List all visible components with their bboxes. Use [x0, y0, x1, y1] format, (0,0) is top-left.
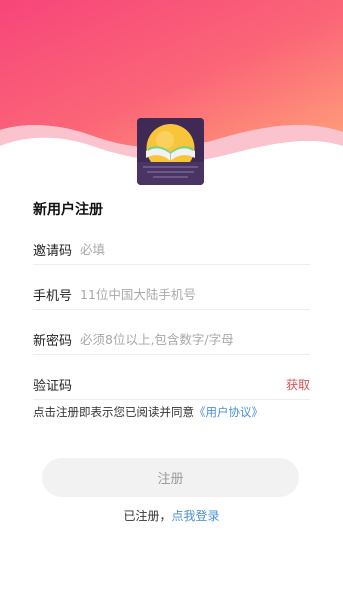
invite-code-label: 邀请码 — [33, 243, 73, 259]
phone-input[interactable] — [80, 286, 310, 302]
app-logo — [137, 118, 204, 185]
invite-code-row: 邀请码 — [33, 234, 310, 265]
open-book-sunset-icon — [137, 118, 204, 185]
register-button[interactable]: 注册 — [42, 458, 299, 497]
agreement-text: 点击注册即表示您已阅读并同意 — [33, 405, 194, 419]
password-label: 新密码 — [33, 333, 73, 349]
verify-code-row: 验证码 获取 — [33, 369, 310, 400]
login-text: 已注册， — [123, 509, 172, 523]
login-prompt: 已注册，点我登录 — [0, 507, 343, 524]
password-input[interactable] — [80, 331, 310, 347]
phone-label: 手机号 — [33, 288, 73, 304]
verify-code-label: 验证码 — [33, 378, 73, 394]
user-agreement-link[interactable]: 《用户协议》 — [194, 405, 263, 419]
verify-code-input[interactable] — [80, 376, 286, 392]
login-link[interactable]: 点我登录 — [172, 509, 220, 523]
password-row: 新密码 — [33, 324, 310, 355]
agreement-notice: 点击注册即表示您已阅读并同意《用户协议》 — [33, 404, 263, 420]
page-title: 新用户注册 — [33, 202, 103, 218]
invite-code-input[interactable] — [80, 241, 310, 257]
get-code-button[interactable]: 获取 — [286, 376, 310, 393]
phone-row: 手机号 — [33, 279, 310, 310]
